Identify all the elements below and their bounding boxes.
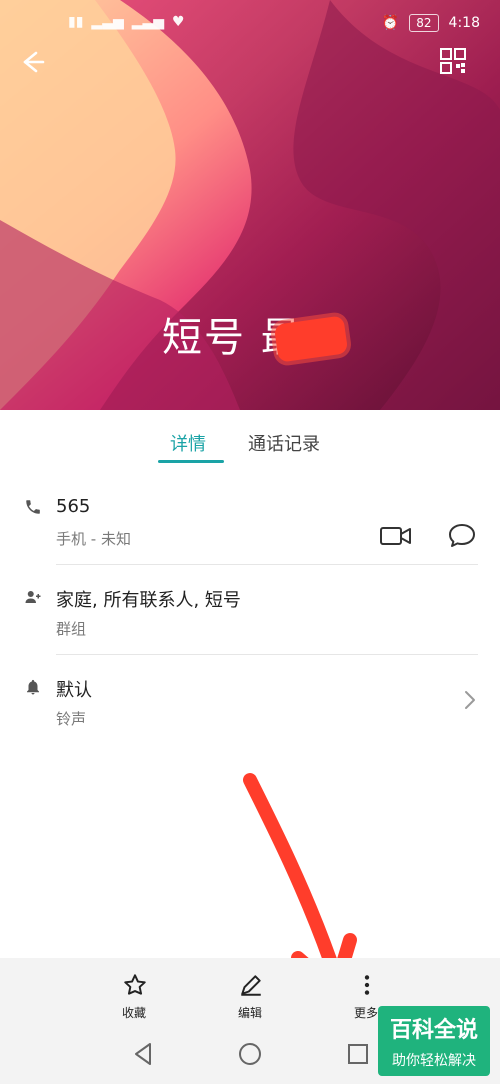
qr-code-icon — [440, 48, 466, 74]
tab-details[interactable]: 详情 — [170, 430, 206, 456]
sim1-hd-icon: ▮▮ — [68, 14, 84, 30]
tab-call-log[interactable]: 通话记录 — [248, 430, 320, 456]
group-add-icon — [25, 591, 41, 603]
contact-header-background: ▮▮ ▂▃▅ ▂▃▅ ♥ ⏰ 82 4:18 短号 最 — [0, 0, 500, 410]
signal-4g-icon: ▂▃▅ — [131, 14, 165, 30]
nav-home-icon[interactable] — [234, 1038, 266, 1070]
message-button[interactable] — [444, 518, 480, 554]
arrow-left-icon — [23, 51, 45, 73]
tab-bar: 详情 通话记录 — [0, 410, 500, 470]
nav-recents-icon[interactable] — [342, 1038, 374, 1070]
phone-icon — [26, 500, 40, 514]
battery-indicator: 82 — [409, 14, 439, 32]
group-row[interactable]: 家庭, 所有联系人, 短号 群组 — [0, 578, 500, 654]
video-camera-icon — [380, 527, 411, 545]
edit-button[interactable]: 编辑 — [210, 958, 290, 1024]
site-watermark: 百科全说 助你轻松解决 — [378, 1006, 490, 1076]
bell-icon — [27, 679, 39, 695]
qr-code-button[interactable] — [440, 48, 480, 88]
alarm-icon: ⏰ — [381, 15, 400, 31]
watermark-subtitle: 助你轻松解决 — [392, 1053, 476, 1069]
video-call-button[interactable] — [378, 518, 414, 554]
status-left: ▮▮ ▂▃▅ ▂▃▅ ♥ — [68, 14, 185, 30]
more-vertical-icon — [364, 975, 370, 995]
back-button[interactable] — [18, 48, 58, 88]
active-tab-indicator — [158, 460, 224, 463]
status-right: ⏰ 82 4:18 — [382, 14, 480, 32]
chevron-right-icon — [465, 691, 475, 709]
phone-row[interactable]: 565 手机 - 未知 — [0, 488, 500, 564]
signal-icon: ▂▃▅ — [91, 14, 124, 30]
edit-label: 编辑 — [237, 1006, 262, 1020]
watermark-title: 百科全说 — [389, 1018, 478, 1043]
phone-type: 手机 - 未知 — [56, 530, 131, 548]
divider — [56, 654, 478, 655]
phone-number: 565 — [56, 496, 91, 517]
favorite-label: 收藏 — [121, 1006, 146, 1020]
ringtone-value: 默认 — [56, 680, 92, 701]
group-names: 家庭, 所有联系人, 短号 — [56, 590, 241, 611]
heart-icon: ♥ — [172, 14, 185, 30]
clock: 4:18 — [448, 15, 480, 31]
status-bar: ▮▮ ▂▃▅ ▂▃▅ ♥ ⏰ 82 4:18 — [68, 14, 500, 44]
star-outline-icon — [124, 974, 146, 995]
favorite-button[interactable]: 收藏 — [94, 958, 174, 1024]
nav-back-icon[interactable] — [128, 1038, 160, 1070]
message-bubble-icon — [449, 524, 475, 547]
pencil-icon — [241, 975, 261, 996]
ringtone-row[interactable]: 默认 铃声 — [0, 668, 500, 744]
group-label: 群组 — [56, 620, 87, 638]
divider — [56, 564, 478, 565]
ringtone-label: 铃声 — [56, 710, 87, 728]
